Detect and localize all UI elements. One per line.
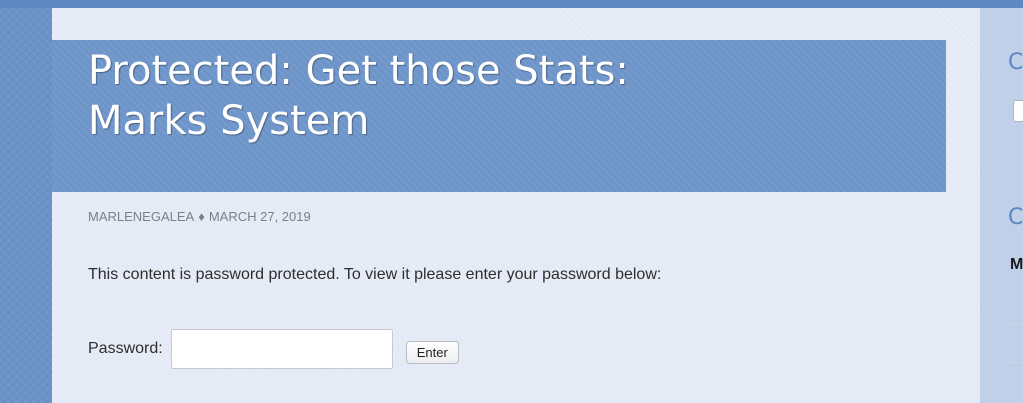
top-strip [0,0,1023,8]
post-title-line-1: Protected: Get those Stats: [88,48,629,94]
meta-separator: ♦ [198,209,205,224]
post-author[interactable]: MARLENEGALEA [88,209,194,224]
sidebar-input[interactable] [1013,100,1023,122]
post-date[interactable]: MARCH 27, 2019 [209,209,311,224]
sidebar-bold-text: M [1010,256,1023,273]
post-title: Protected: Get those Stats: Marks System [88,46,928,146]
password-label: Password: [88,340,163,357]
sidebar-heading-2: C [1008,205,1023,230]
sidebar-heading-1: C [1008,50,1023,75]
sidebar-divider [1008,324,1023,325]
sidebar-divider [1008,362,1023,363]
password-form: Password: Enter [88,328,459,370]
post-title-line-2: Marks System [88,98,370,144]
password-input[interactable] [170,329,393,369]
password-protected-message: This content is password protected. To v… [88,266,662,283]
post-meta: MARLENEGALEA ♦ MARCH 27, 2019 [88,209,311,224]
enter-button[interactable]: Enter [405,340,459,364]
